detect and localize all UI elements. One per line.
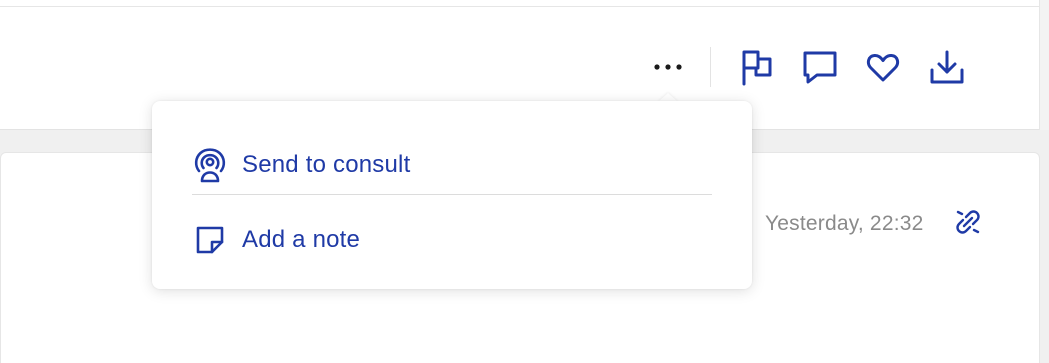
- more-options-menu: Send to consult Add a note: [152, 101, 752, 289]
- note-icon: [192, 222, 228, 258]
- comment-icon: [803, 51, 837, 84]
- ellipsis-icon: [654, 64, 682, 70]
- menu-item-label: Add a note: [242, 226, 361, 253]
- menu-item-label: Send to consult: [242, 151, 411, 178]
- comment-button[interactable]: [798, 45, 842, 89]
- more-options-button[interactable]: [646, 45, 690, 89]
- unlink-button[interactable]: [955, 209, 981, 235]
- unlink-icon: [956, 210, 980, 234]
- heart-icon: [866, 53, 900, 82]
- divider: [0, 6, 1039, 7]
- menu-divider: [192, 194, 712, 195]
- scroll-edge: [1039, 0, 1049, 130]
- message-timestamp: Yesterday, 22:32: [765, 212, 924, 235]
- page: Yesterday, 22:32 Send to consult Add a n…: [0, 0, 1049, 363]
- menu-item-add-note[interactable]: Add a note: [192, 218, 712, 262]
- menu-item-send-to-consult[interactable]: Send to consult: [192, 143, 712, 187]
- toolbar-divider: [710, 47, 711, 87]
- flag-button[interactable]: [734, 45, 778, 89]
- broadcast-icon: [192, 147, 228, 183]
- download-button[interactable]: [925, 45, 969, 89]
- flag-icon: [742, 50, 772, 86]
- favorite-button[interactable]: [861, 45, 905, 89]
- download-icon: [930, 50, 964, 84]
